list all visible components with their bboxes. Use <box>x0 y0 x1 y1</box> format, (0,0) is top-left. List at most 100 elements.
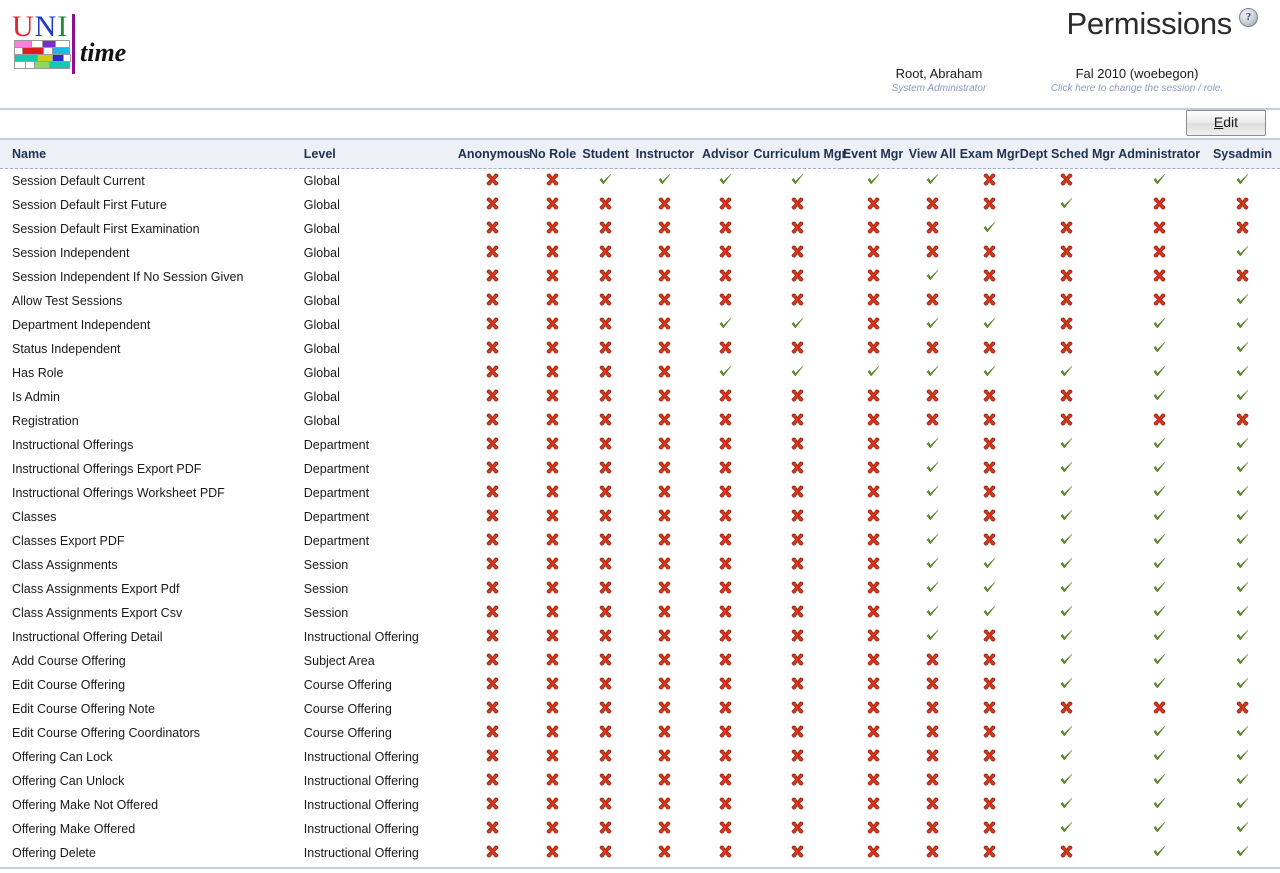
cell-permission-denied <box>458 313 527 337</box>
check-icon <box>982 580 997 595</box>
check-icon <box>866 364 881 379</box>
cross-icon <box>866 484 881 499</box>
cross-icon <box>866 220 881 235</box>
cell-permission-denied <box>1020 337 1114 361</box>
cross-icon <box>545 508 560 523</box>
cross-icon <box>982 532 997 547</box>
cell-permission-name: Classes <box>12 510 57 524</box>
cell-permission-denied <box>1020 841 1114 865</box>
cell-permission-denied <box>959 385 1019 409</box>
cell-permission-denied <box>579 385 633 409</box>
check-icon <box>1235 340 1250 355</box>
cross-icon <box>866 700 881 715</box>
cross-icon <box>657 460 672 475</box>
cell-permission-denied <box>527 313 579 337</box>
column-header-administrator[interactable]: Administrator <box>1113 140 1205 169</box>
cross-icon <box>790 796 805 811</box>
cell-permission-granted <box>1113 361 1205 385</box>
session-info[interactable]: Fal 2010 (woebegon) Click here to change… <box>1038 66 1236 95</box>
cell-permission-denied <box>458 649 527 673</box>
cell-permission-granted <box>1020 433 1114 457</box>
table-row: Session Default First Examination Global <box>0 217 1280 241</box>
cell-permission-granted <box>1205 745 1280 769</box>
cell-permission-denied <box>1020 409 1114 433</box>
cell-permission-denied <box>633 337 698 361</box>
cell-permission-granted <box>697 169 753 194</box>
cross-icon <box>718 244 733 259</box>
cross-icon <box>982 388 997 403</box>
cross-icon <box>925 412 940 427</box>
check-icon <box>1235 676 1250 691</box>
check-icon <box>657 172 672 187</box>
edit-button-top[interactable]: Edit <box>1186 110 1266 136</box>
check-icon <box>1152 388 1167 403</box>
check-icon <box>1152 508 1167 523</box>
cell-permission-granted <box>1113 169 1205 194</box>
cell-permission-granted <box>1020 457 1114 481</box>
column-header-instructor[interactable]: Instructor <box>632 140 698 169</box>
cell-permission-denied <box>959 721 1019 745</box>
cross-icon <box>598 796 613 811</box>
cross-icon <box>485 484 500 499</box>
check-icon <box>1235 820 1250 835</box>
cross-icon <box>925 796 940 811</box>
check-icon <box>925 556 940 571</box>
user-info[interactable]: Root, Abraham System Administrator <box>840 66 1038 95</box>
cross-icon <box>718 436 733 451</box>
column-header-no-role[interactable]: No Role <box>526 140 579 169</box>
cell-permission-denied <box>458 409 527 433</box>
check-icon <box>1152 532 1167 547</box>
cross-icon <box>790 652 805 667</box>
cross-icon <box>718 412 733 427</box>
column-header-student[interactable]: Student <box>578 140 633 169</box>
cell-permission-level: Global <box>303 342 340 356</box>
unitime-logo: UNI time <box>12 12 132 74</box>
page-title: Permissions <box>1066 6 1232 41</box>
cell-permission-denied <box>753 769 840 793</box>
cell-permission-name: Department Independent <box>12 318 151 332</box>
cell-permission-denied <box>1205 217 1280 241</box>
cell-permission-granted <box>1205 769 1280 793</box>
column-header-sysadmin[interactable]: Sysadmin <box>1204 140 1280 169</box>
column-header-dept-sched-mgr[interactable]: Dept Sched Mgr <box>1019 140 1115 169</box>
cell-permission-granted <box>1205 601 1280 625</box>
cell-permission-denied <box>959 745 1019 769</box>
cross-icon <box>718 532 733 547</box>
cross-icon <box>982 268 997 283</box>
column-header-anonymous[interactable]: Anonymous <box>457 140 530 169</box>
cross-icon <box>545 364 560 379</box>
cross-icon <box>790 220 805 235</box>
cross-icon <box>545 820 560 835</box>
cell-permission-denied <box>1020 265 1114 289</box>
column-header-exam-mgr[interactable]: Exam Mgr <box>959 140 1020 169</box>
cross-icon <box>1152 220 1167 235</box>
cell-permission-denied <box>841 337 906 361</box>
column-header-event-mgr[interactable]: Event Mgr <box>840 140 906 169</box>
cell-permission-granted <box>1205 481 1280 505</box>
cell-permission-denied <box>905 289 959 313</box>
cell-permission-denied <box>527 553 579 577</box>
cell-permission-granted <box>1020 529 1114 553</box>
cross-icon <box>718 484 733 499</box>
cross-icon <box>718 340 733 355</box>
cell-permission-denied <box>959 505 1019 529</box>
cross-icon <box>1059 412 1074 427</box>
column-header-advisor[interactable]: Advisor <box>697 140 754 169</box>
column-header-curriculum-mgr[interactable]: Curriculum Mgr <box>753 140 846 169</box>
cell-permission-granted <box>1020 673 1114 697</box>
cell-permission-denied <box>959 193 1019 217</box>
cell-permission-granted <box>1113 505 1205 529</box>
cross-icon <box>790 532 805 547</box>
cell-permission-name: Instructional Offerings Worksheet PDF <box>12 486 225 500</box>
help-icon[interactable]: ? <box>1239 8 1258 27</box>
cell-permission-denied <box>697 193 753 217</box>
cell-permission-denied <box>579 481 633 505</box>
column-header-view-all[interactable]: View All <box>905 140 960 169</box>
cross-icon <box>790 388 805 403</box>
column-header-name[interactable]: Name <box>0 140 302 169</box>
cell-permission-granted <box>1113 793 1205 817</box>
column-header-level[interactable]: Level <box>301 140 458 169</box>
check-icon <box>1059 460 1074 475</box>
cell-permission-granted <box>1113 529 1205 553</box>
cell-permission-level: Session <box>303 606 349 620</box>
